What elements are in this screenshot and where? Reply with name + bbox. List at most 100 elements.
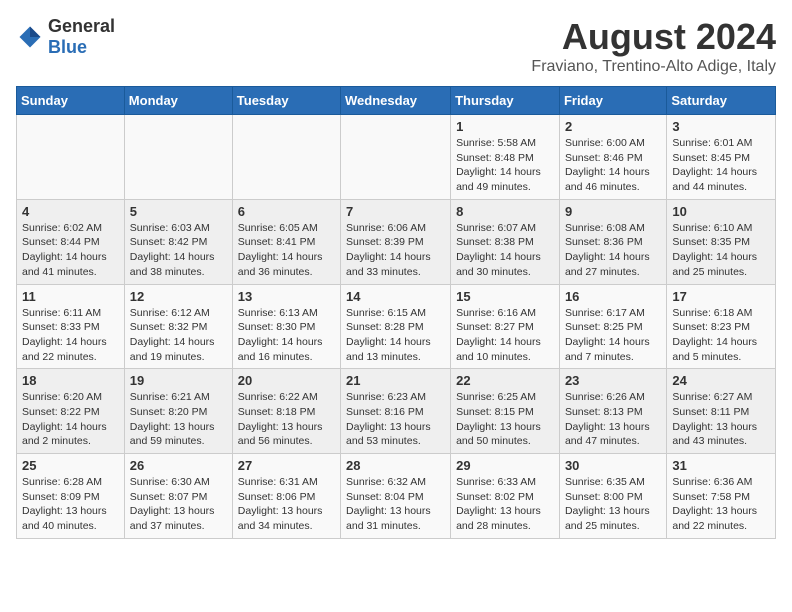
day-info: Sunrise: 6:20 AMSunset: 8:22 PMDaylight:… (22, 390, 119, 449)
calendar-cell: 8Sunrise: 6:07 AMSunset: 8:38 PMDaylight… (451, 199, 560, 284)
day-number: 3 (672, 119, 770, 134)
calendar-cell: 7 Sunrise: 6:06 AMSunset: 8:39 PMDaylight… (341, 199, 451, 284)
col-header-saturday: Saturday (667, 87, 776, 115)
day-info: Sunrise: 6:12 AMSunset: 8:32 PMDaylight:… (130, 306, 227, 365)
col-header-thursday: Thursday (451, 87, 560, 115)
day-number: 25 (22, 458, 119, 473)
day-number: 20 (238, 373, 335, 388)
day-number: 15 (456, 289, 554, 304)
day-info: Sunrise: 6:18 AMSunset: 8:23 PMDaylight:… (672, 306, 770, 365)
calendar-cell (124, 115, 232, 200)
day-info: Sunrise: 6:01 AMSunset: 8:45 PMDaylight:… (672, 136, 770, 195)
day-number: 2 (565, 119, 661, 134)
calendar-cell: 14Sunrise: 6:15 AMSunset: 8:28 PMDayligh… (341, 284, 451, 369)
day-number: 8 (456, 204, 554, 219)
day-number: 17 (672, 289, 770, 304)
day-info: Sunrise: 6:25 AMSunset: 8:15 PMDaylight:… (456, 390, 554, 449)
calendar-cell: 31Sunrise: 6:36 AMSunset: 7:58 PMDayligh… (667, 454, 776, 539)
day-info: Sunrise: 6:26 AMSunset: 8:13 PMDaylight:… (565, 390, 661, 449)
calendar-cell: 1 Sunrise: 5:58 AMSunset: 8:48 PMDaylight… (451, 115, 560, 200)
calendar-cell: 2 Sunrise: 6:00 AMSunset: 8:46 PMDaylight… (559, 115, 666, 200)
location: Fraviano, Trentino-Alto Adige, Italy (531, 58, 776, 76)
day-info: Sunrise: 6:23 AMSunset: 8:16 PMDaylight:… (346, 390, 445, 449)
day-info: Sunrise: 6:15 AMSunset: 8:28 PMDaylight:… (346, 306, 445, 365)
col-header-tuesday: Tuesday (232, 87, 340, 115)
day-number: 27 (238, 458, 335, 473)
day-info: Sunrise: 6:17 AMSunset: 8:25 PMDaylight:… (565, 306, 661, 365)
calendar-cell: 19Sunrise: 6:21 AMSunset: 8:20 PMDayligh… (124, 369, 232, 454)
calendar-cell: 22 Sunrise: 6:25 AMSunset: 8:15 PMDayligh… (451, 369, 560, 454)
day-number: 18 (22, 373, 119, 388)
calendar-cell: 5 Sunrise: 6:03 AMSunset: 8:42 PMDaylight… (124, 199, 232, 284)
day-info: Sunrise: 5:58 AMSunset: 8:48 PMDaylight:… (456, 136, 554, 195)
day-info: Sunrise: 6:03 AMSunset: 8:42 PMDaylight:… (130, 221, 227, 280)
calendar-table: SundayMondayTuesdayWednesdayThursdayFrid… (16, 86, 776, 539)
day-info: Sunrise: 6:22 AMSunset: 8:18 PMDaylight:… (238, 390, 335, 449)
day-number: 24 (672, 373, 770, 388)
calendar-header: SundayMondayTuesdayWednesdayThursdayFrid… (17, 87, 776, 115)
day-number: 26 (130, 458, 227, 473)
day-info: Sunrise: 6:36 AMSunset: 7:58 PMDaylight:… (672, 475, 770, 534)
day-info: Sunrise: 6:05 AMSunset: 8:41 PMDaylight:… (238, 221, 335, 280)
day-info: Sunrise: 6:08 AMSunset: 8:36 PMDaylight:… (565, 221, 661, 280)
day-info: Sunrise: 6:06 AMSunset: 8:39 PMDaylight:… (346, 221, 445, 280)
calendar-cell: 30 Sunrise: 6:35 AMSunset: 8:00 PMDayligh… (559, 454, 666, 539)
day-info: Sunrise: 6:33 AMSunset: 8:02 PMDaylight:… (456, 475, 554, 534)
day-number: 28 (346, 458, 445, 473)
calendar-cell: 29 Sunrise: 6:33 AMSunset: 8:02 PMDayligh… (451, 454, 560, 539)
col-header-monday: Monday (124, 87, 232, 115)
logo-blue: Blue (48, 37, 87, 57)
calendar-cell: 18 Sunrise: 6:20 AMSunset: 8:22 PMDayligh… (17, 369, 125, 454)
day-number: 30 (565, 458, 661, 473)
day-number: 12 (130, 289, 227, 304)
calendar-cell: 13 Sunrise: 6:13 AMSunset: 8:30 PMDayligh… (232, 284, 340, 369)
day-info: Sunrise: 6:32 AMSunset: 8:04 PMDaylight:… (346, 475, 445, 534)
calendar-cell: 17 Sunrise: 6:18 AMSunset: 8:23 PMDayligh… (667, 284, 776, 369)
day-info: Sunrise: 6:28 AMSunset: 8:09 PMDaylight:… (22, 475, 119, 534)
day-number: 13 (238, 289, 335, 304)
day-info: Sunrise: 6:30 AMSunset: 8:07 PMDaylight:… (130, 475, 227, 534)
day-number: 4 (22, 204, 119, 219)
calendar-cell: 26 Sunrise: 6:30 AMSunset: 8:07 PMDayligh… (124, 454, 232, 539)
day-number: 29 (456, 458, 554, 473)
day-number: 22 (456, 373, 554, 388)
day-info: Sunrise: 6:31 AMSunset: 8:06 PMDaylight:… (238, 475, 335, 534)
calendar-week-4: 18 Sunrise: 6:20 AMSunset: 8:22 PMDayligh… (17, 369, 776, 454)
calendar-cell: 10Sunrise: 6:10 AMSunset: 8:35 PMDayligh… (667, 199, 776, 284)
calendar-week-5: 25 Sunrise: 6:28 AMSunset: 8:09 PMDayligh… (17, 454, 776, 539)
day-number: 11 (22, 289, 119, 304)
calendar-week-2: 4 Sunrise: 6:02 AMSunset: 8:44 PMDaylight… (17, 199, 776, 284)
calendar-cell: 16 Sunrise: 6:17 AMSunset: 8:25 PMDayligh… (559, 284, 666, 369)
day-info: Sunrise: 6:00 AMSunset: 8:46 PMDaylight:… (565, 136, 661, 195)
day-info: Sunrise: 6:11 AMSunset: 8:33 PMDaylight:… (22, 306, 119, 365)
col-header-friday: Friday (559, 87, 666, 115)
day-number: 21 (346, 373, 445, 388)
day-number: 6 (238, 204, 335, 219)
header: General Blue August 2024 Fraviano, Trent… (16, 16, 776, 76)
day-info: Sunrise: 6:13 AMSunset: 8:30 PMDaylight:… (238, 306, 335, 365)
day-info: Sunrise: 6:02 AMSunset: 8:44 PMDaylight:… (22, 221, 119, 280)
day-info: Sunrise: 6:27 AMSunset: 8:11 PMDaylight:… (672, 390, 770, 449)
title-area: August 2024 Fraviano, Trentino-Alto Adig… (531, 16, 776, 76)
calendar-cell: 6 Sunrise: 6:05 AMSunset: 8:41 PMDaylight… (232, 199, 340, 284)
day-number: 7 (346, 204, 445, 219)
day-number: 5 (130, 204, 227, 219)
day-info: Sunrise: 6:16 AMSunset: 8:27 PMDaylight:… (456, 306, 554, 365)
calendar-cell: 15 Sunrise: 6:16 AMSunset: 8:27 PMDayligh… (451, 284, 560, 369)
calendar-cell: 11 Sunrise: 6:11 AMSunset: 8:33 PMDayligh… (17, 284, 125, 369)
day-number: 9 (565, 204, 661, 219)
logo: General Blue (16, 16, 115, 58)
month-year: August 2024 (531, 16, 776, 58)
calendar-cell (341, 115, 451, 200)
calendar-cell: 4 Sunrise: 6:02 AMSunset: 8:44 PMDaylight… (17, 199, 125, 284)
day-number: 1 (456, 119, 554, 134)
day-info: Sunrise: 6:21 AMSunset: 8:20 PMDaylight:… (130, 390, 227, 449)
calendar-week-3: 11 Sunrise: 6:11 AMSunset: 8:33 PMDayligh… (17, 284, 776, 369)
day-info: Sunrise: 6:35 AMSunset: 8:00 PMDaylight:… (565, 475, 661, 534)
day-number: 16 (565, 289, 661, 304)
day-number: 23 (565, 373, 661, 388)
day-number: 10 (672, 204, 770, 219)
calendar-cell: 21 Sunrise: 6:23 AMSunset: 8:16 PMDayligh… (341, 369, 451, 454)
calendar-cell: 28 Sunrise: 6:32 AMSunset: 8:04 PMDayligh… (341, 454, 451, 539)
calendar-cell: 25 Sunrise: 6:28 AMSunset: 8:09 PMDayligh… (17, 454, 125, 539)
